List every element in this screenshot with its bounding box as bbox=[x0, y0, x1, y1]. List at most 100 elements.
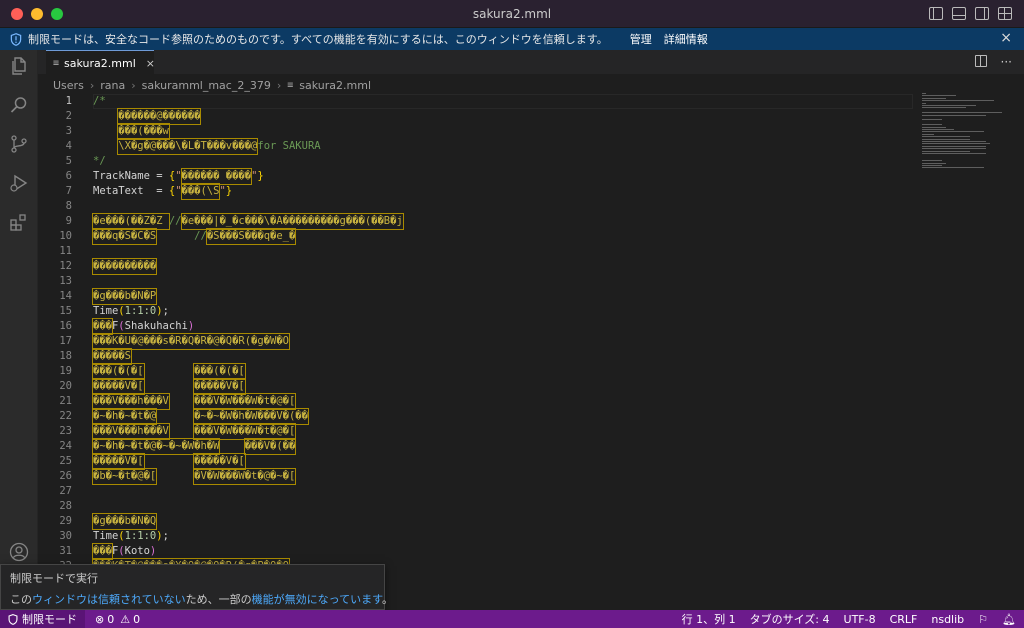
minimap[interactable] bbox=[918, 93, 1010, 193]
code-line[interactable]: 29 �g���b�N�Q bbox=[38, 513, 918, 530]
breadcrumb-item[interactable]: Users bbox=[53, 79, 84, 92]
tab-sakura2-mml[interactable]: ≡ sakura2.mml × bbox=[46, 50, 155, 75]
code-token: �����V�[ bbox=[92, 378, 145, 395]
breadcrumb-item[interactable]: rana bbox=[100, 79, 125, 92]
line-content: Time(1:1:0); bbox=[93, 304, 169, 319]
accounts-icon[interactable] bbox=[9, 542, 29, 562]
toggle-primary-sidebar-icon[interactable] bbox=[929, 7, 943, 20]
feedback-icon[interactable]: ⚐ bbox=[978, 613, 988, 626]
line-content: ���F(Koto) bbox=[92, 543, 156, 560]
banner-details-link[interactable]: 詳細情報 bbox=[664, 31, 708, 47]
code-line[interactable]: 20 �����V�[ �����V�[ bbox=[38, 378, 918, 395]
breadcrumb-item[interactable]: sakuramml_mac_2_379 bbox=[142, 79, 271, 92]
toggle-secondary-sidebar-icon[interactable] bbox=[975, 7, 989, 20]
tooltip-text: ため、一部の bbox=[185, 593, 252, 606]
minimap-line bbox=[922, 148, 986, 150]
code-line[interactable]: 31 ���F(Koto) bbox=[38, 543, 918, 560]
code-token: for SAKURA bbox=[257, 140, 321, 152]
chevron-right-icon: › bbox=[131, 78, 136, 92]
code-line[interactable]: 15 Time(1:1:0); bbox=[38, 304, 918, 319]
restricted-mode-status[interactable]: 制限モード bbox=[0, 610, 85, 628]
code-line[interactable]: 27 bbox=[38, 484, 918, 499]
code-line[interactable]: 26 �b�~�t�@�[ �V�W���W�t�@�~�[ bbox=[38, 468, 918, 485]
code-token: // bbox=[168, 215, 182, 227]
code-line[interactable]: 18 �����S bbox=[38, 348, 918, 365]
code-line[interactable]: 1 /* bbox=[38, 94, 918, 109]
more-actions-icon[interactable]: ··· bbox=[1001, 55, 1012, 69]
close-window-button[interactable] bbox=[11, 7, 23, 20]
breadcrumb-item[interactable]: sakura2.mml bbox=[299, 79, 371, 92]
split-editor-icon[interactable] bbox=[974, 55, 987, 67]
code-line[interactable]: 24 �~�h�~�t�@�~�~�W�h�W ���V�(�� bbox=[38, 438, 918, 455]
code-token: \X�g�@���\�L�T���v���@ bbox=[117, 138, 259, 155]
source-control-icon[interactable] bbox=[9, 134, 29, 154]
tab-close-icon[interactable]: × bbox=[146, 57, 155, 70]
code-token: �V�W���W�t�@�~�[ bbox=[193, 468, 297, 485]
tab-size[interactable]: タブのサイズ: 4 bbox=[750, 611, 830, 627]
code-line[interactable]: 6 TrackName = {"������ ����"} bbox=[38, 168, 918, 185]
code-line[interactable]: 21 ���V���h���V ���V�W���W�t�@�[ bbox=[38, 393, 918, 410]
code-token: �����S bbox=[92, 348, 132, 365]
run-debug-icon[interactable] bbox=[9, 173, 29, 193]
minimize-window-button[interactable] bbox=[31, 7, 43, 20]
minimap-line bbox=[922, 150, 970, 152]
code-line[interactable]: 10 ���q�S�C�S //�S���S���q�e_� bbox=[38, 228, 918, 245]
minimap-line bbox=[922, 95, 956, 97]
line-number: 14 bbox=[59, 290, 72, 302]
code-line[interactable]: 11 bbox=[38, 244, 918, 259]
code-line[interactable]: 17 ���K�U�@���s�R�Q�R�@�Q�R(�g�W�O bbox=[38, 333, 918, 350]
search-icon[interactable] bbox=[9, 95, 29, 115]
code-line[interactable]: 22 �~�h�~�t�@ �~�~�W�h�W���V�(�� bbox=[38, 408, 918, 425]
extensions-icon[interactable] bbox=[9, 212, 29, 232]
tooltip-link-features-disabled[interactable]: 機能が無効になっています bbox=[252, 593, 382, 606]
minimap-line bbox=[922, 107, 966, 109]
tooltip-link-window-untrusted[interactable]: ウィンドウは信頼されていない bbox=[32, 593, 186, 606]
code-line[interactable]: 30 Time(1:1:0); bbox=[38, 529, 918, 544]
code-line[interactable]: 2 ������@������ bbox=[38, 108, 918, 125]
line-number: 29 bbox=[59, 515, 72, 527]
problems-status[interactable]: ⊗ 0 ⚠ 0 bbox=[95, 613, 140, 626]
explorer-icon[interactable] bbox=[9, 56, 29, 76]
code-line[interactable]: 12 ���������� bbox=[38, 258, 918, 275]
line-number: 9 bbox=[65, 215, 72, 227]
toggle-panel-icon[interactable] bbox=[952, 7, 966, 20]
code-line[interactable]: 19 ���(�(�[ ���(�(�[ bbox=[38, 363, 918, 380]
vertical-scrollbar[interactable] bbox=[1010, 93, 1018, 513]
line-content: /* bbox=[93, 94, 106, 109]
code-line[interactable]: 14 �g���b�N�P bbox=[38, 288, 918, 305]
zoom-window-button[interactable] bbox=[51, 7, 63, 20]
restricted-mode-banner: 制限モードは、安全なコード参照のためのものです。すべての機能を有効にするには、こ… bbox=[0, 28, 1024, 50]
shield-icon bbox=[8, 613, 18, 625]
cursor-position[interactable]: 行 1、列 1 bbox=[682, 611, 736, 627]
code-line[interactable]: 16 ���F(Shakuhachi) bbox=[38, 318, 918, 335]
line-content: ���(�(�[ ���(�(�[ bbox=[92, 363, 246, 380]
language-mode[interactable]: nsdlib bbox=[931, 613, 964, 626]
banner-manage-link[interactable]: 管理 bbox=[630, 31, 652, 47]
code-line[interactable]: 7 MetaText = {"���(\S"} bbox=[38, 183, 918, 200]
code-line[interactable]: 3 ���(���w bbox=[38, 123, 918, 140]
banner-close-icon[interactable]: × bbox=[1000, 30, 1012, 46]
line-content: �g���b�N�P bbox=[91, 288, 158, 305]
code-token: �~�h�~�t�@ bbox=[91, 408, 158, 425]
code-line[interactable]: 5 */ bbox=[38, 154, 918, 169]
notifications-bell-icon[interactable]: 🔔︎ bbox=[1002, 613, 1016, 626]
code-line[interactable]: 4 \X�g�@���\�L�T���v���@for SAKURA bbox=[38, 138, 918, 155]
code-token: Time bbox=[93, 305, 119, 317]
code-line[interactable]: 23 ���V���h���V ���V�W���W�t�@�[ bbox=[38, 423, 918, 440]
encoding[interactable]: UTF-8 bbox=[844, 613, 876, 626]
minimap-line bbox=[922, 93, 926, 94]
line-ending[interactable]: CRLF bbox=[890, 613, 918, 626]
line-number: 21 bbox=[59, 395, 72, 407]
code-line[interactable]: 13 bbox=[38, 274, 918, 289]
line-number: 18 bbox=[59, 350, 72, 362]
code-editor[interactable]: 1/* 2 ������@������ 3 ���(���w 4 \X�g�@���\… bbox=[38, 93, 918, 610]
code-token: �g���b�N�P bbox=[91, 288, 158, 305]
code-line[interactable]: 25 �����V�[ �����V�[ bbox=[38, 453, 918, 470]
code-line[interactable]: 9 �e���(��Z�Z //�e���|�_�c���\�A���������… bbox=[38, 213, 918, 230]
customize-layout-icon[interactable] bbox=[998, 7, 1012, 20]
code-line[interactable]: 28 bbox=[38, 499, 918, 514]
code-line[interactable]: 8 bbox=[38, 199, 918, 214]
minimap-line bbox=[922, 114, 986, 116]
